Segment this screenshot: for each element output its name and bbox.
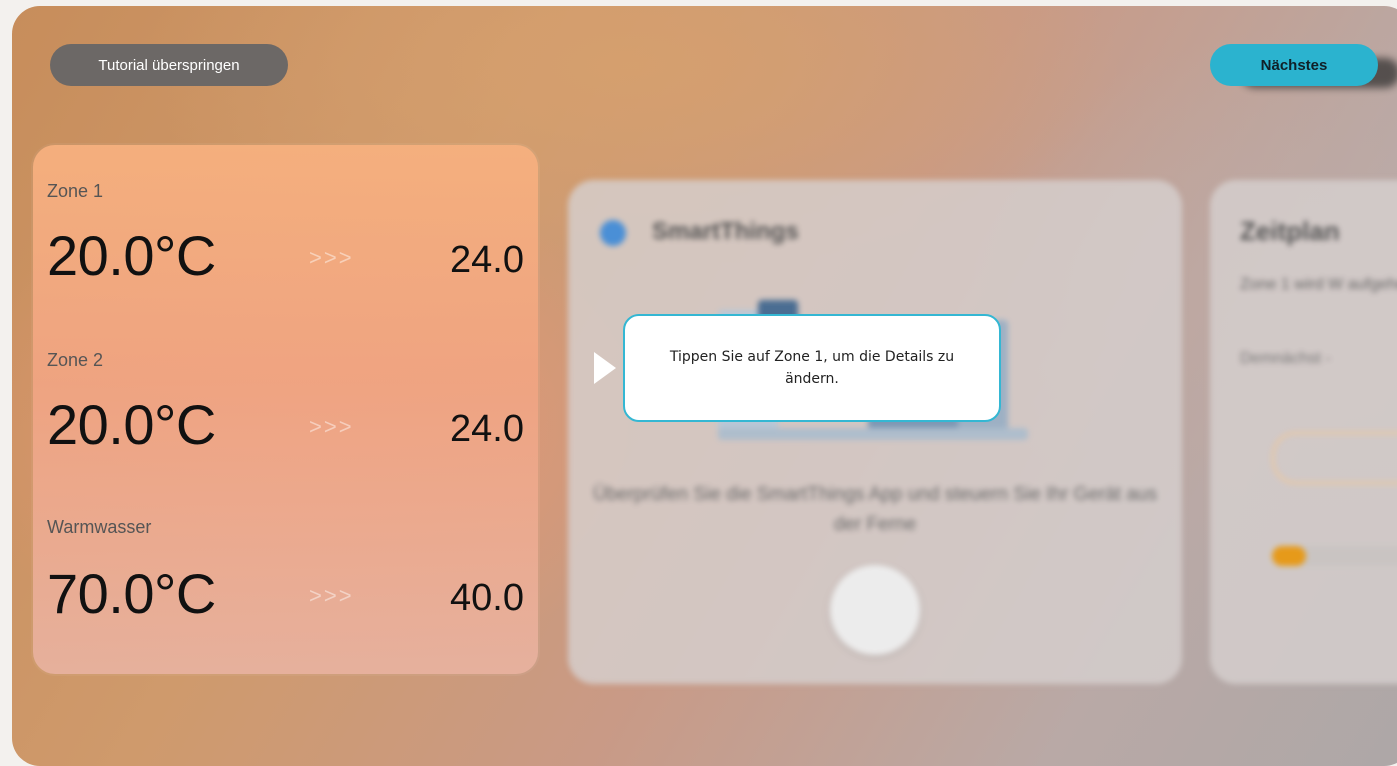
schedule-next: Demnächst -	[1240, 350, 1331, 368]
zone-1-target-temp: 24.0	[450, 239, 524, 281]
smartthings-title: SmartThings	[652, 218, 799, 245]
hot-water-label: Warmwasser	[47, 517, 152, 537]
hot-water-current-temp: 70.0°C	[47, 562, 216, 625]
zone-1-arrows: >>>	[309, 245, 354, 270]
zone-2-current-temp: 20.0°C	[47, 393, 216, 456]
schedule-card: Zeitplan Zone 1 wird W aufgeheizt. Demnä…	[1210, 180, 1397, 684]
zone-2-label: Zone 2	[47, 350, 104, 370]
skip-tutorial-button[interactable]: Tutorial überspringen	[50, 44, 288, 86]
zone-1-label: Zone 1	[47, 181, 104, 201]
smartthings-card: SmartThings Überprüfen Sie die SmartThin…	[568, 180, 1182, 684]
schedule-text: Zone 1 wird W aufgeheizt.	[1240, 276, 1397, 293]
zone-status-card[interactable]: Zone 1 20.0°C >>> 24.0 Zone 2 20.0°C >>>…	[33, 145, 538, 674]
tutorial-tooltip: Tippen Sie auf Zone 1, um die Details zu…	[623, 314, 1001, 422]
zone-2-arrows: >>>	[309, 414, 354, 439]
schedule-next-prefix: Demnächst -	[1240, 350, 1331, 367]
smartthings-logo-icon	[600, 220, 626, 246]
tooltip-pointer	[594, 352, 616, 384]
zone-1-current-temp: 20.0°C	[47, 224, 216, 287]
schedule-timeline-fill	[1272, 546, 1306, 566]
schedule-title: Zeitplan	[1240, 216, 1340, 246]
hot-water-target-temp: 40.0	[450, 577, 524, 619]
zone-2-target-temp: 24.0	[450, 408, 524, 450]
tooltip-text: Tippen Sie auf Zone 1, um die Details zu…	[669, 349, 955, 387]
smartthings-connect-button[interactable]	[830, 565, 920, 655]
hot-water-arrows: >>>	[309, 583, 354, 608]
schedule-heat-pill	[1272, 432, 1397, 484]
next-button[interactable]: Nächstes	[1210, 44, 1378, 86]
smartthings-description: Überprüfen Sie die SmartThings App und s…	[593, 484, 1157, 535]
